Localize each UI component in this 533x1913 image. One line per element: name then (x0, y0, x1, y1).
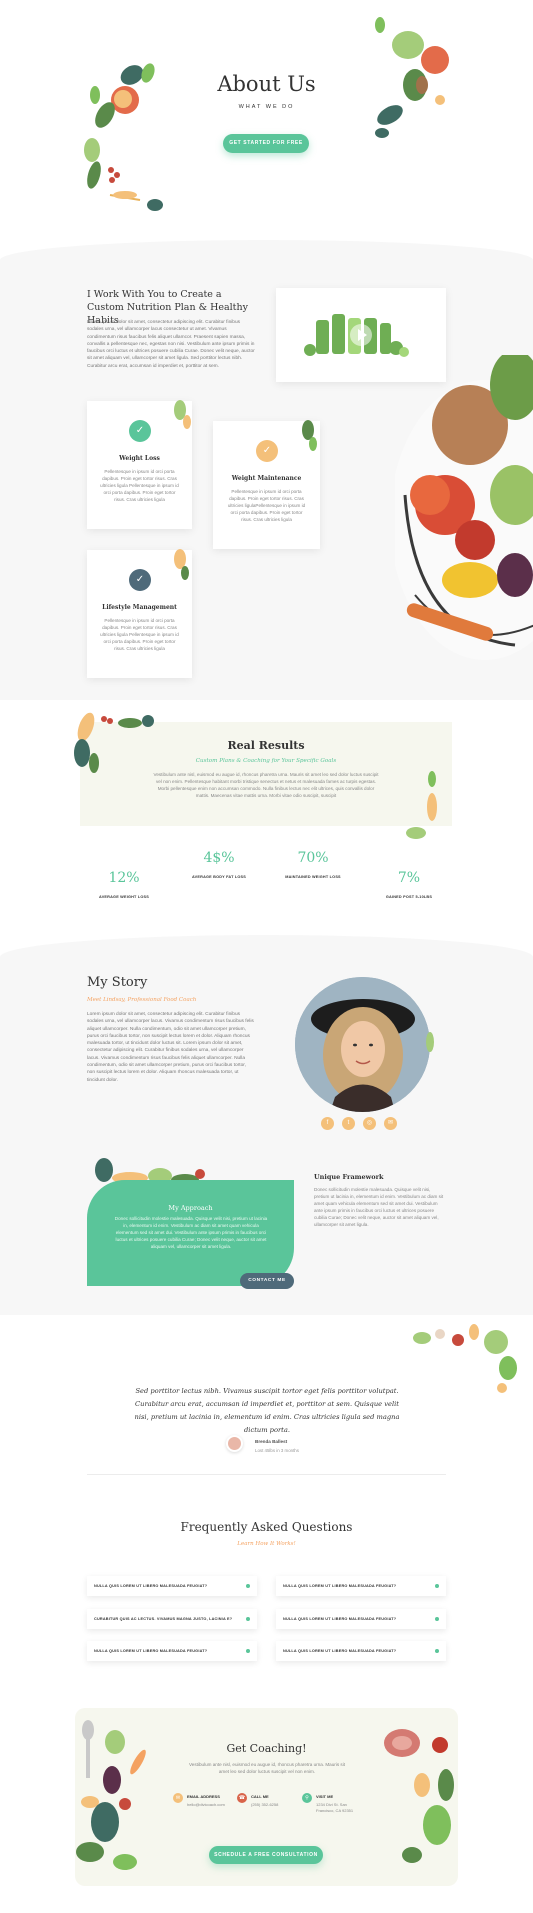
results-right-illustration (406, 771, 437, 839)
plan-body: Lorem ipsum dolor sit amet, consectetur … (87, 320, 255, 369)
service-card-lifestyle-management: ✓ Lifestyle Management Pellentesque in i… (87, 549, 192, 678)
faq-question: CURABITUR QUIS AC LECTUS. VIVAMUS MAGNA … (94, 1617, 233, 1621)
toggle-dot-icon (435, 1617, 439, 1621)
email-value[interactable]: hello@divicoach.com (187, 1802, 225, 1807)
coach-avatar (295, 977, 430, 1112)
faq-question: NULLA QUIS LOREM UT LIBERO MALESUADA FEU… (283, 1617, 397, 1621)
toggle-dot-icon (435, 1649, 439, 1653)
twitter-icon[interactable]: t (342, 1117, 355, 1130)
leaf-decoration-icon (174, 549, 189, 580)
check-icon: ✓ (256, 440, 278, 462)
faq-title: Frequently Asked Questions (180, 1520, 353, 1534)
facebook-icon[interactable]: f (321, 1117, 334, 1130)
stat-label: AVERAGE BODY FAT LOSS (192, 875, 246, 879)
service-title: Weight Maintenance (231, 475, 302, 482)
faq-item[interactable]: NULLA QUIS LOREM UT LIBERO MALESUADA FEU… (276, 1641, 446, 1661)
testimonial-quote: Sed porttitor lectus nibh. Vivamus susci… (134, 1387, 400, 1434)
faq-item[interactable]: NULLA QUIS LOREM UT LIBERO MALESUADA FEU… (87, 1576, 257, 1596)
story-title: My Story (87, 975, 148, 990)
contact-me-button[interactable]: CONTACT ME (240, 1273, 294, 1289)
service-body: Pellentesque in ipsum id orci porta dapi… (227, 489, 306, 522)
email-icon[interactable]: ✉ (384, 1117, 397, 1130)
call-label: CALL ME (251, 1794, 269, 1799)
results-subtitle: Custom Plans & Coaching for Your Specifi… (195, 758, 337, 764)
faq-question: NULLA QUIS LOREM UT LIBERO MALESUADA FEU… (283, 1584, 397, 1588)
faq-subtitle: Learn How It Works! (237, 1541, 296, 1547)
approach-body: Donec sollicitudin molestie malesuada. Q… (114, 1216, 268, 1249)
email-label: EMAIL ADDRESS (187, 1794, 220, 1799)
stat-number: 4$% (203, 850, 235, 866)
page: About Us WHAT WE DO GET STARTED FOR FREE… (0, 0, 533, 1913)
story-body: Lorem ipsum dolor sit amet, consectetur … (87, 1012, 254, 1083)
email-contact: ✉ EMAIL ADDRESS hello@divicoach.com (173, 1793, 233, 1823)
toggle-dot-icon (435, 1584, 439, 1588)
faq-item[interactable]: CURABITUR QUIS AC LECTUS. VIVAMUS MAGNA … (87, 1609, 257, 1629)
divider (87, 1474, 446, 1475)
service-card-weight-maintenance: ✓ Weight Maintenance Pellentesque in ips… (213, 420, 320, 549)
veggie-basket-image (390, 350, 533, 685)
leaf-decoration-icon (174, 400, 191, 429)
service-card-weight-loss: ✓ Weight Loss Pellentesque in ipsum id o… (87, 400, 192, 529)
faq-question: NULLA QUIS LOREM UT LIBERO MALESUADA FEU… (94, 1584, 208, 1588)
results-body: Vestibulum ante nisl, euismod eu augue i… (153, 772, 379, 798)
stat-number: 12% (108, 870, 140, 886)
story-subtitle: Meet Lindsay, Professional Food Coach (87, 997, 197, 1003)
stat-number: 70% (297, 850, 329, 866)
location-icon: ⚲ (302, 1793, 312, 1803)
get-started-button[interactable]: GET STARTED FOR FREE (223, 134, 309, 153)
leaf-decoration-icon (302, 420, 317, 451)
coaching-left-illustration (76, 1720, 146, 1870)
faq-question: NULLA QUIS LOREM UT LIBERO MALESUADA FEU… (283, 1649, 397, 1653)
page-subtitle: WHAT WE DO (238, 104, 295, 110)
testimonial-meta: Lost 45lbs in 3 months (255, 1448, 299, 1453)
toggle-dot-icon (246, 1617, 250, 1621)
leaf-decoration-icon (426, 1032, 434, 1052)
visit-contact: ⚲ VISIT ME 1234 Divi St. San Francisco, … (302, 1793, 357, 1827)
toggle-dot-icon (246, 1649, 250, 1653)
coaching-title: Get Coaching! (226, 1742, 307, 1755)
stat-label: MAINTAINED WEIGHT LOSS (285, 875, 341, 879)
phone-value[interactable]: (255) 352-6258 (251, 1802, 278, 1807)
check-icon: ✓ (129, 420, 151, 442)
visit-label: VISIT ME (316, 1794, 334, 1799)
instagram-icon[interactable]: ◎ (363, 1117, 376, 1130)
check-icon: ✓ (129, 569, 151, 591)
framework-body: Donec sollicitudin molestie malesuada. Q… (314, 1187, 444, 1227)
faq-question: NULLA QUIS LOREM UT LIBERO MALESUADA FEU… (94, 1649, 208, 1653)
faq-item[interactable]: NULLA QUIS LOREM UT LIBERO MALESUADA FEU… (276, 1609, 446, 1629)
phone-icon: ☎ (237, 1793, 247, 1803)
schedule-consultation-button[interactable]: SCHEDULE A FREE CONSULTATION (209, 1846, 323, 1864)
email-icon: ✉ (173, 1793, 183, 1803)
page-title: About Us (217, 72, 316, 96)
stat-number: 7% (397, 870, 421, 886)
testimonial-illustration (413, 1324, 517, 1393)
faq-item[interactable]: NULLA QUIS LOREM UT LIBERO MALESUADA FEU… (276, 1576, 446, 1596)
coaching-body: Vestibulum ante nisl, euismod eu augue i… (188, 1762, 346, 1774)
testimonial-name: Brenda Ballest (255, 1439, 288, 1444)
stat-label: GAINED POST 5-10LBS (385, 895, 433, 899)
results-title: Real Results (227, 739, 305, 752)
service-title: Lifestyle Management (102, 604, 177, 611)
faq-item[interactable]: NULLA QUIS LOREM UT LIBERO MALESUADA FEU… (87, 1641, 257, 1661)
approach-title: My Approach (168, 1204, 213, 1212)
service-body: Pellentesque in ipsum id orci porta dapi… (100, 618, 179, 651)
call-contact: ☎ CALL ME (255) 352-6258 (237, 1793, 292, 1823)
address-value: 1234 Divi St. San Francisco, CA 92351 (316, 1802, 354, 1813)
toggle-dot-icon (246, 1584, 250, 1588)
service-title: Weight Loss (119, 455, 160, 462)
service-body: Pellentesque in ipsum id orci porta dapi… (100, 469, 179, 502)
stat-label: AVERAGE WEIGHT LOSS (99, 895, 149, 899)
testimonial-avatar (226, 1435, 243, 1452)
framework-title: Unique Framework (314, 1173, 384, 1181)
